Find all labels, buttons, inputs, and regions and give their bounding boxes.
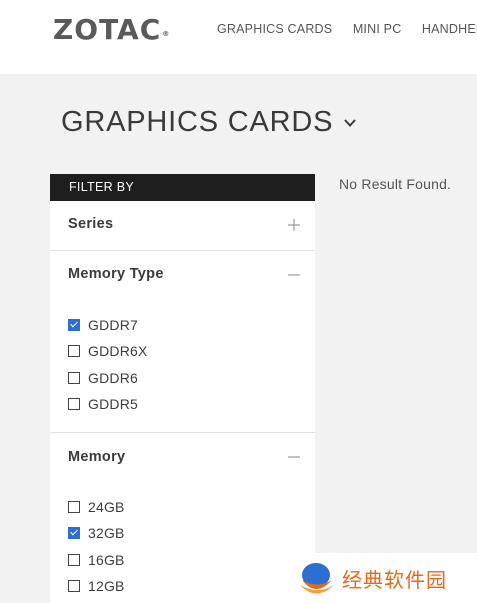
- logo-text: ZOTAC: [53, 13, 162, 46]
- registered-mark: ®: [162, 30, 171, 38]
- no-result-message: No Result Found.: [339, 176, 452, 192]
- option-gddr7[interactable]: GDDR7: [68, 317, 138, 333]
- option-24gb[interactable]: 24GB: [68, 499, 125, 515]
- filter-section-memory-type-title[interactable]: Memory Type: [68, 266, 164, 282]
- checkbox[interactable]: [68, 580, 80, 592]
- checkbox[interactable]: [68, 345, 80, 357]
- chevron-down-icon: [344, 118, 356, 127]
- filter-section-series-title[interactable]: Series: [68, 216, 113, 232]
- minus-icon[interactable]: [288, 451, 300, 463]
- checkbox[interactable]: [68, 398, 80, 410]
- checkbox[interactable]: [68, 554, 80, 566]
- watermark-logo-icon: [300, 563, 334, 594]
- page-title[interactable]: GRAPHICS CARDS: [61, 106, 357, 139]
- option-label: 32GB: [88, 525, 125, 541]
- option-label: 24GB: [88, 499, 125, 515]
- nav-item-graphics-cards[interactable]: GRAPHICS CARDS: [217, 22, 332, 36]
- option-gddr6[interactable]: GDDR6: [68, 370, 138, 386]
- divider: [50, 250, 315, 251]
- checkbox-checked[interactable]: [68, 319, 80, 331]
- option-32gb[interactable]: 32GB: [68, 525, 125, 541]
- option-label: 16GB: [88, 552, 125, 568]
- divider: [50, 432, 315, 433]
- option-12gb[interactable]: 12GB: [68, 578, 125, 594]
- checkbox[interactable]: [68, 501, 80, 513]
- page-title-text: GRAPHICS CARDS: [61, 106, 334, 138]
- option-label: GDDR6: [88, 370, 139, 386]
- option-gddr6x[interactable]: GDDR6X: [68, 343, 148, 359]
- filter-panel: FILTER BY Series Memory Type GDDR7 GDDR6…: [50, 174, 315, 603]
- option-gddr5[interactable]: GDDR5: [68, 396, 138, 412]
- option-label: GDDR5: [88, 396, 139, 412]
- option-label: GDDR7: [88, 317, 139, 333]
- watermark-text: 经典软件园: [342, 567, 447, 592]
- option-label: 12GB: [88, 578, 125, 594]
- main-nav: GRAPHICS CARDS MINI PC HANDHELD: [217, 22, 477, 36]
- nav-item-handheld[interactable]: HANDHELD: [422, 22, 477, 36]
- filter-header: FILTER BY: [50, 174, 315, 201]
- watermark: 经典软件园: [292, 553, 477, 603]
- option-16gb[interactable]: 16GB: [68, 552, 125, 568]
- minus-icon[interactable]: [288, 269, 300, 281]
- zotac-logo[interactable]: ZOTAC®: [53, 14, 170, 46]
- filter-section-memory-title[interactable]: Memory: [68, 449, 125, 465]
- site-header: ZOTAC® GRAPHICS CARDS MINI PC HANDHELD: [0, 0, 477, 74]
- checkbox[interactable]: [68, 372, 80, 384]
- option-label: GDDR6X: [88, 343, 148, 359]
- nav-item-mini-pc[interactable]: MINI PC: [353, 22, 402, 36]
- plus-icon[interactable]: [288, 219, 300, 231]
- checkbox-checked[interactable]: [68, 527, 80, 539]
